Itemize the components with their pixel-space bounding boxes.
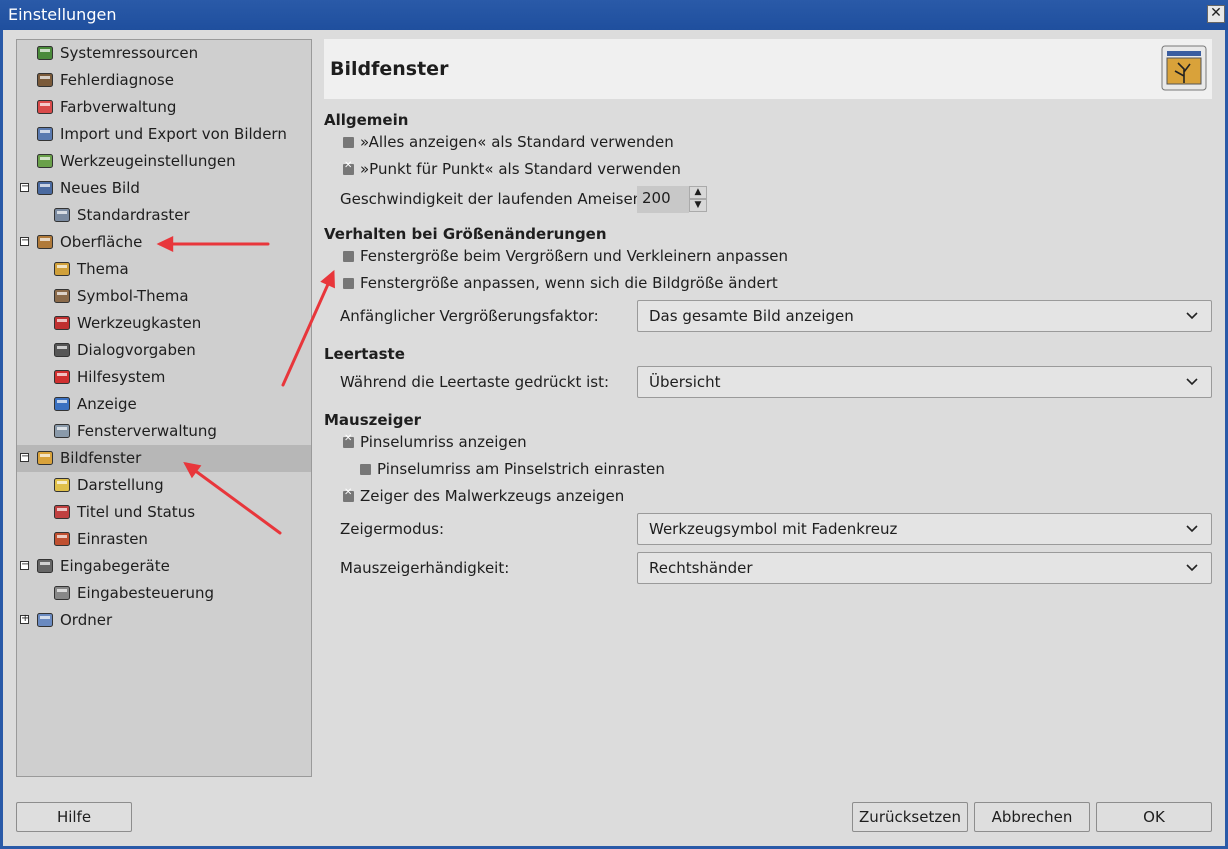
annotation-arrow — [184, 462, 282, 535]
annotation-arrowhead — [156, 235, 174, 253]
annotation-arrow — [281, 271, 335, 387]
annotation-arrows — [156, 235, 335, 535]
annotation-arrowhead — [320, 269, 335, 289]
